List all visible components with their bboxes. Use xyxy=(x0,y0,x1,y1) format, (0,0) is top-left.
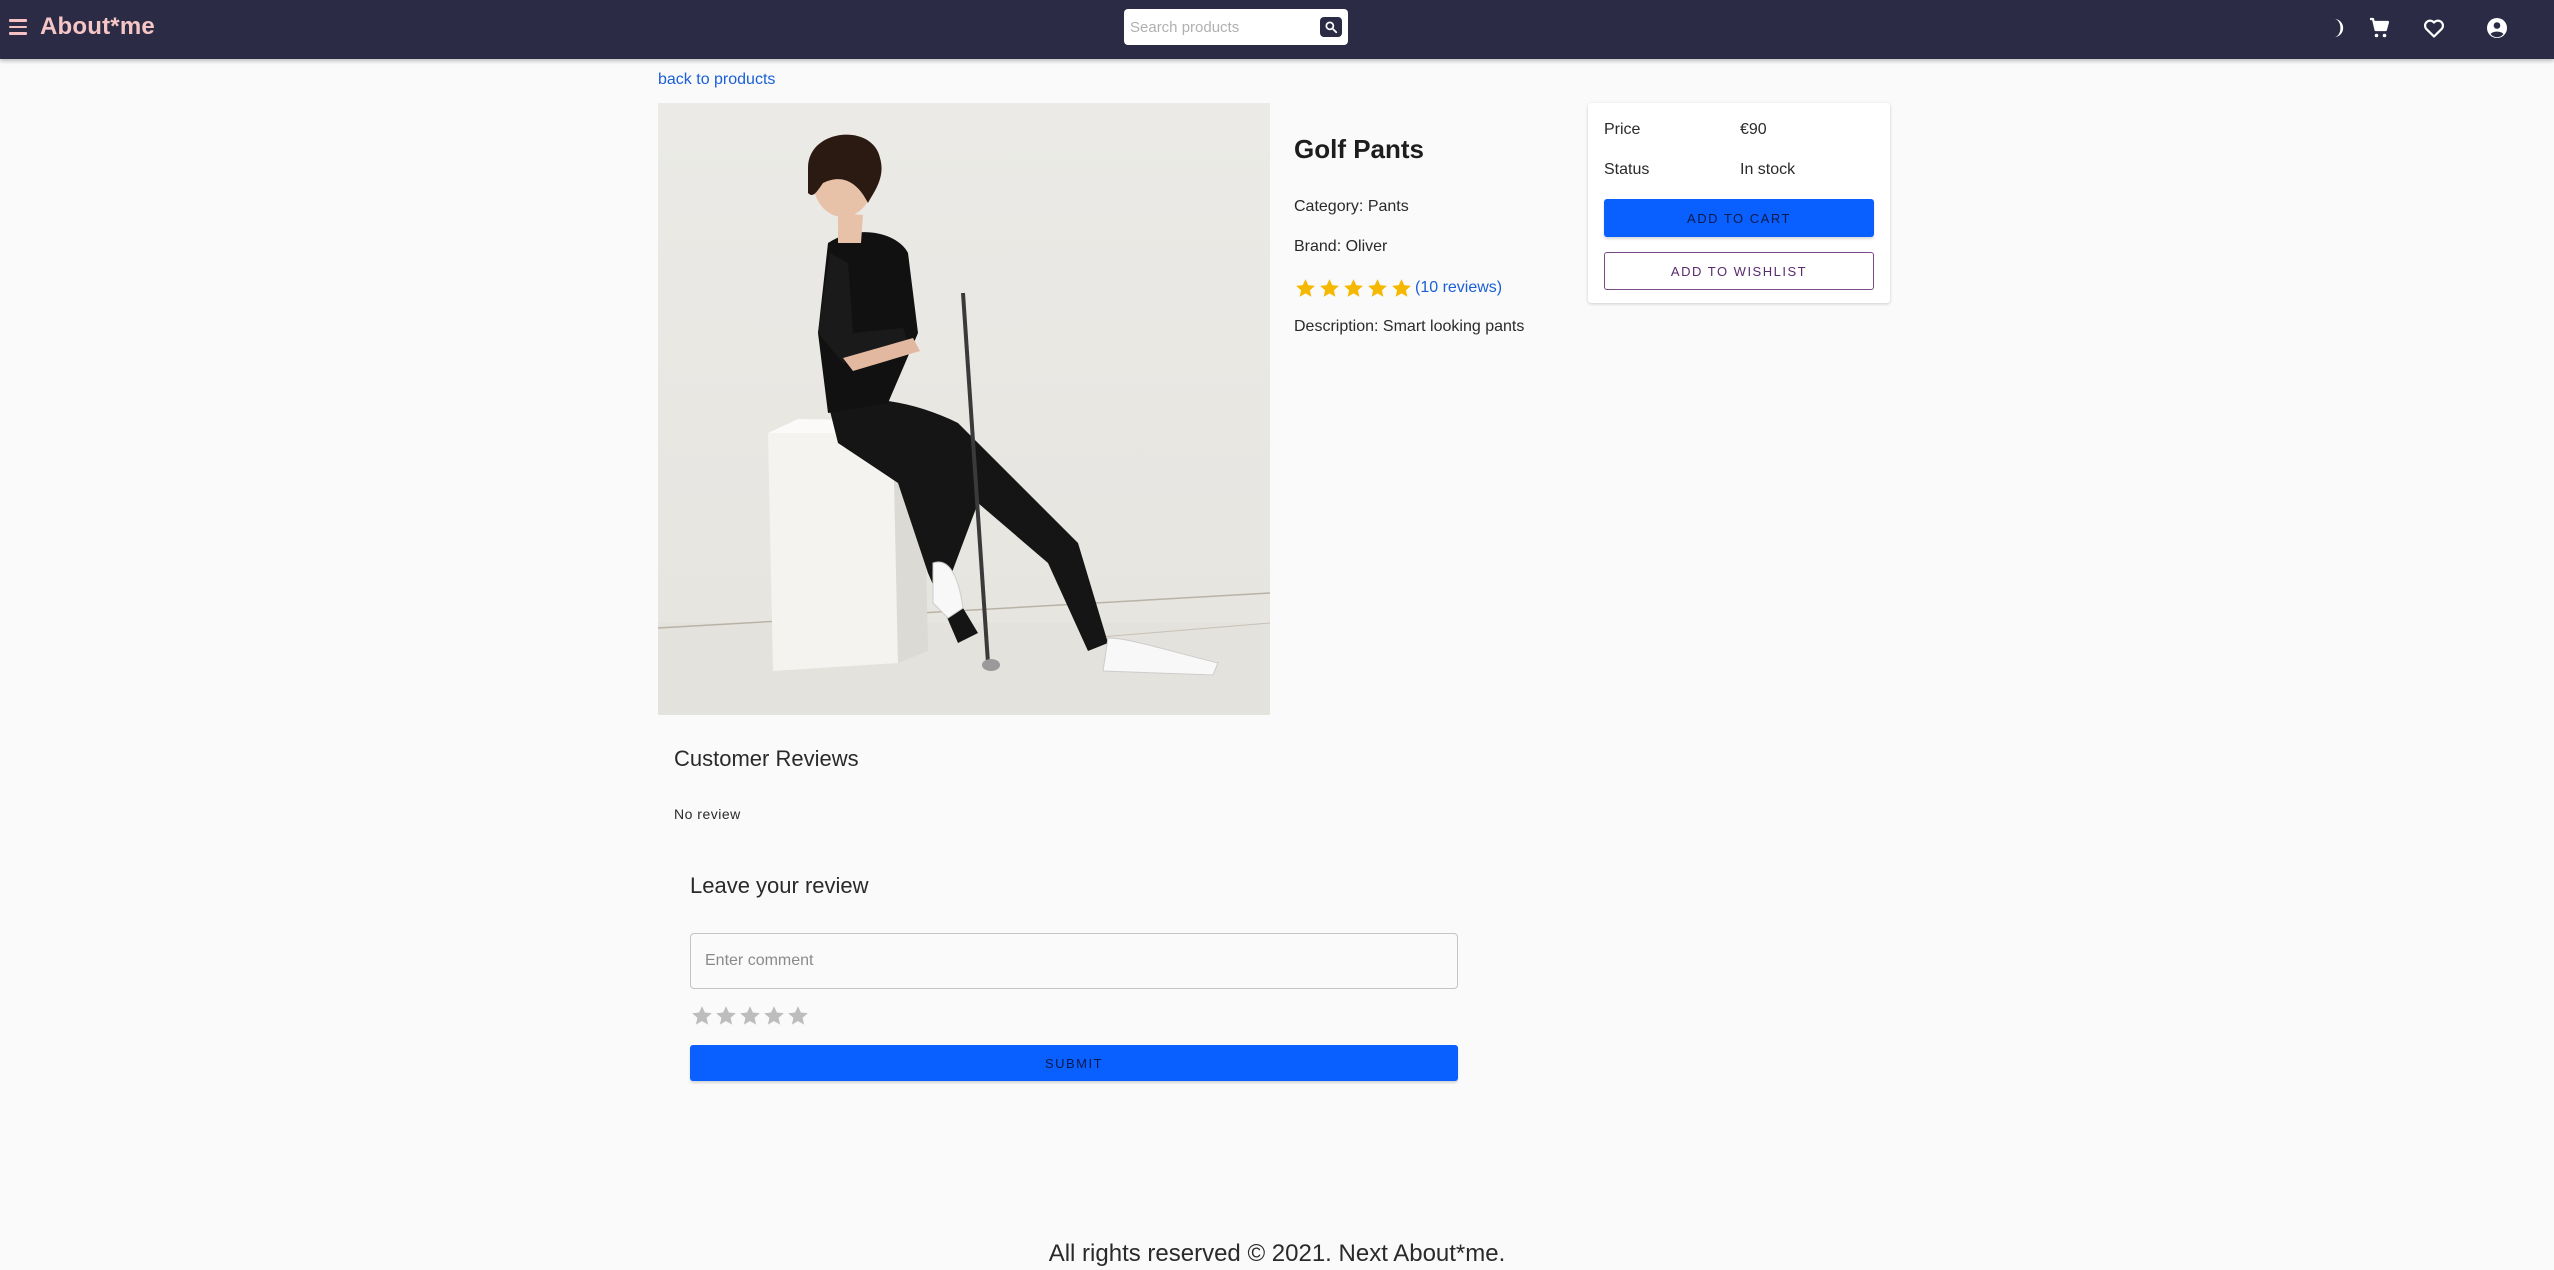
price-value: €90 xyxy=(1740,121,1767,138)
product-description: Description: Smart looking pants xyxy=(1294,318,1525,335)
rating-star-icon[interactable] xyxy=(714,1004,738,1028)
heart-icon[interactable] xyxy=(2420,14,2448,42)
search-input[interactable] xyxy=(1130,12,1310,42)
brand-logo[interactable]: About*me xyxy=(40,13,155,41)
rating-star-icon[interactable] xyxy=(738,1004,762,1028)
search-box xyxy=(1124,9,1348,45)
rating-star-icon[interactable] xyxy=(690,1004,714,1028)
reviews-count-link[interactable]: (10 reviews) xyxy=(1415,279,1502,297)
star-icon xyxy=(1368,278,1387,297)
product-title: Golf Pants xyxy=(1294,134,1425,164)
star-icon xyxy=(1320,278,1339,297)
cart-icon[interactable] xyxy=(2365,14,2393,42)
star-icon xyxy=(1392,278,1411,297)
price-label: Price xyxy=(1604,121,1641,138)
footer-text: All rights reserved © 2021. Next About*m… xyxy=(1048,1240,1506,1267)
star-icon xyxy=(1344,278,1363,297)
product-brand: Brand: Oliver xyxy=(1294,238,1388,255)
status-value: In stock xyxy=(1740,161,1796,178)
add-to-wishlist-button[interactable]: ADD TO WISHLIST xyxy=(1604,252,1874,290)
theme-toggle-icon[interactable] xyxy=(2320,14,2348,42)
purchase-card: Price €90 Status In stock ADD TO CART AD… xyxy=(1588,103,1890,303)
search-icon xyxy=(1325,21,1338,34)
review-rating-input[interactable] xyxy=(690,1004,810,1028)
rating-star-icon[interactable] xyxy=(762,1004,786,1028)
submit-review-button[interactable]: SUBMIT xyxy=(690,1045,1458,1081)
product-rating: (10 reviews) xyxy=(1294,276,1502,300)
add-to-cart-button[interactable]: ADD TO CART xyxy=(1604,199,1874,237)
product-category: Category: Pants xyxy=(1294,198,1409,215)
leave-review-heading: Leave your review xyxy=(690,873,869,898)
top-app-bar: About*me xyxy=(0,0,2554,59)
menu-icon[interactable] xyxy=(6,15,30,39)
back-to-products-link[interactable]: back to products xyxy=(658,71,775,89)
rating-star-icon[interactable] xyxy=(786,1004,810,1028)
product-image xyxy=(658,103,1270,715)
no-review-text: No review xyxy=(674,806,741,822)
status-label: Status xyxy=(1604,161,1650,178)
rating-stars xyxy=(1294,277,1414,300)
search-button[interactable] xyxy=(1320,17,1342,37)
account-icon[interactable] xyxy=(2483,14,2511,42)
comment-input[interactable] xyxy=(690,933,1458,989)
star-icon xyxy=(1296,278,1315,297)
customer-reviews-heading: Customer Reviews xyxy=(674,746,859,771)
